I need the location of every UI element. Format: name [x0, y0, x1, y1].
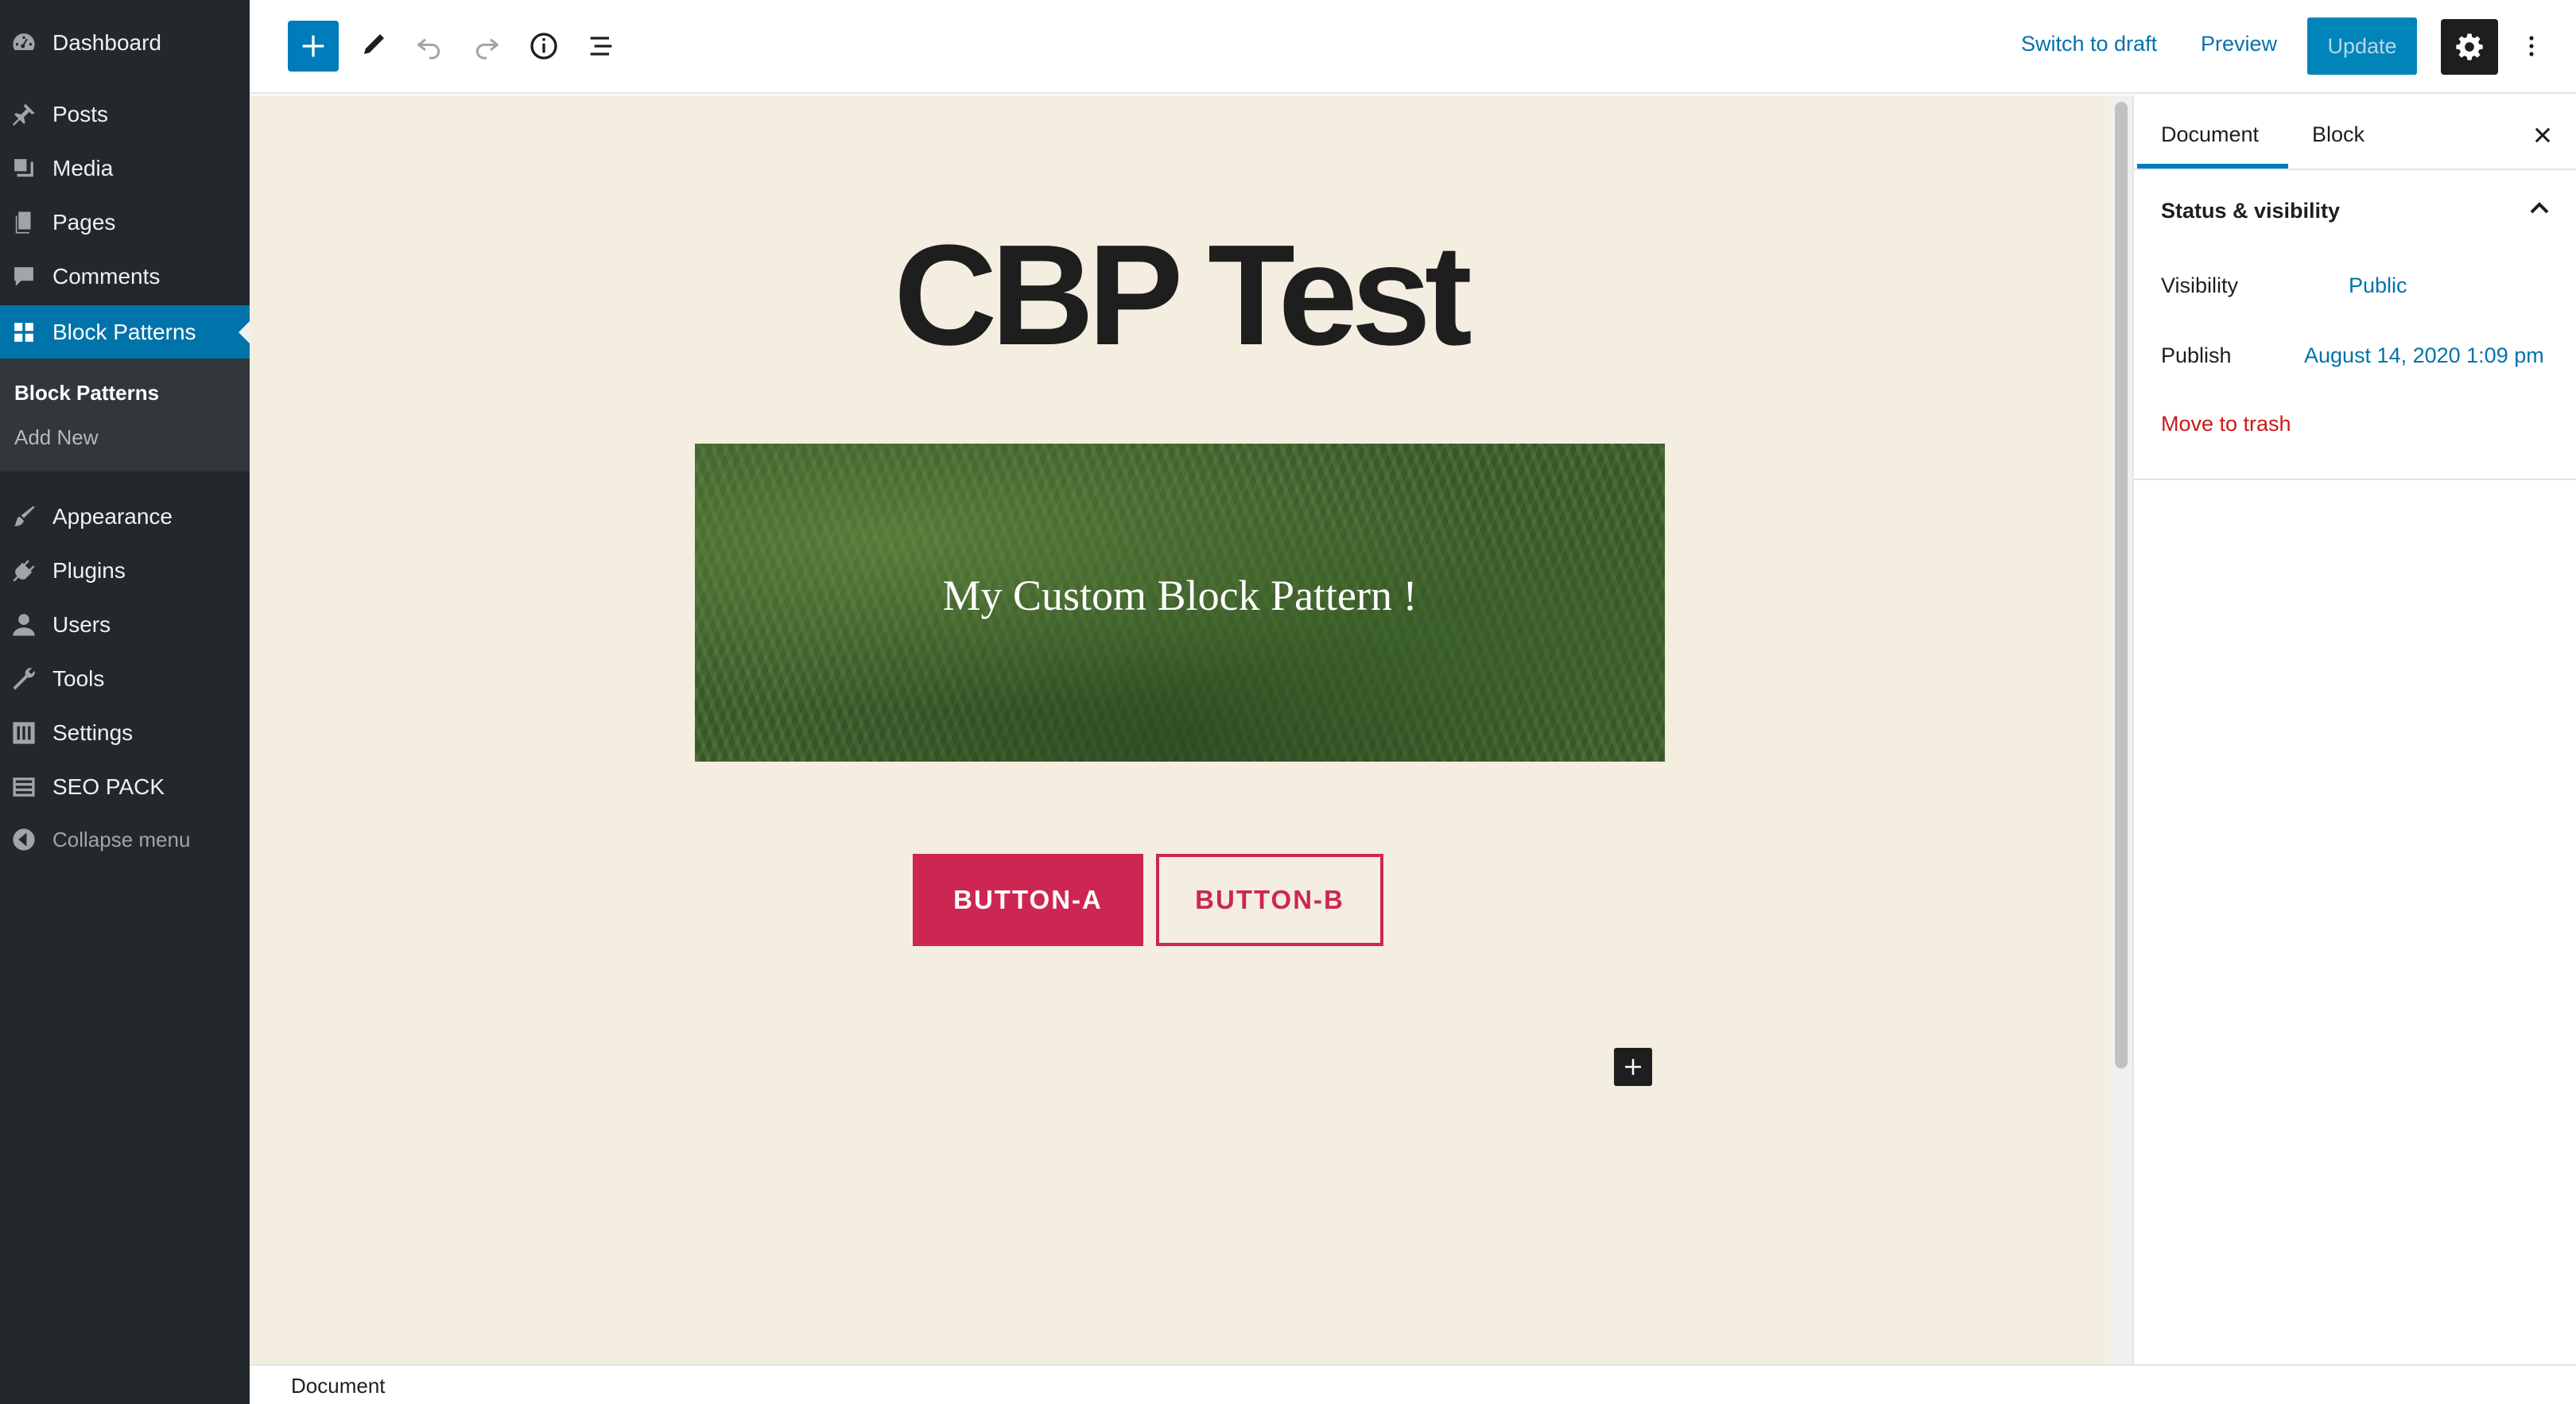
- menu-label: Pages: [52, 210, 116, 235]
- menu-item-dashboard[interactable]: Dashboard: [0, 16, 250, 70]
- menu-label: Block Patterns: [52, 320, 196, 344]
- wrench-icon: [10, 665, 38, 693]
- menu-label: SEO PACK: [52, 774, 165, 799]
- collapse-icon: [10, 825, 38, 854]
- menu-item-posts[interactable]: Posts: [0, 87, 250, 142]
- edit-icon: [364, 34, 384, 54]
- pages-icon: [10, 208, 38, 237]
- list-icon: [10, 773, 38, 801]
- redo-icon: [475, 38, 499, 60]
- visibility-label: Visibility: [2161, 273, 2239, 297]
- settings-sidebar: Document Block Status & visibility Visib…: [2132, 95, 2576, 1364]
- plug-icon: [10, 557, 38, 585]
- menu-label: Collapse menu: [52, 827, 191, 851]
- publish-date-toggle[interactable]: August 14, 2020 1:09 pm: [2304, 343, 2544, 368]
- block-inserter-button[interactable]: [1614, 1048, 1652, 1086]
- panel-divider: [2134, 479, 2576, 480]
- comment-icon: [10, 262, 38, 291]
- menu-label: Media: [52, 156, 114, 180]
- visibility-toggle[interactable]: Public: [2349, 273, 2407, 298]
- breadcrumb[interactable]: Document: [291, 1374, 386, 1398]
- collapse-menu-button[interactable]: Collapse menu: [0, 813, 250, 867]
- move-to-trash-button[interactable]: Move to trash: [2161, 412, 2291, 436]
- menu-label: Appearance: [52, 504, 173, 529]
- menu-item-seo-pack[interactable]: SEO PACK: [0, 760, 250, 814]
- menu-item-pages[interactable]: Pages: [0, 196, 250, 250]
- more-options-button[interactable]: [2516, 24, 2547, 68]
- button-b[interactable]: BUTTON-B: [1156, 854, 1383, 946]
- publish-label: Publish: [2161, 343, 2232, 367]
- cover-block[interactable]: My Custom Block Pattern !: [695, 444, 1665, 762]
- more-vertical-icon: [2529, 36, 2534, 56]
- undo-button[interactable]: [404, 21, 455, 72]
- add-block-button[interactable]: [288, 21, 339, 72]
- undo-icon: [417, 38, 440, 60]
- menu-item-users[interactable]: Users: [0, 598, 250, 652]
- menu-label: Plugins: [52, 558, 126, 583]
- plus-icon: [1625, 1059, 1641, 1075]
- menu-item-settings[interactable]: Settings: [0, 706, 250, 760]
- dashboard-icon: [10, 29, 38, 57]
- brush-icon: [10, 502, 38, 531]
- cover-text[interactable]: My Custom Block Pattern !: [695, 571, 1665, 620]
- submenu-item-add-new[interactable]: Add New: [14, 425, 99, 450]
- scrollbar-thumb[interactable]: [2115, 102, 2128, 1069]
- redo-button[interactable]: [461, 21, 512, 72]
- list-view-button[interactable]: [576, 21, 627, 72]
- menu-label: Dashboard: [52, 30, 161, 55]
- grid-icon: [10, 318, 38, 347]
- tab-document[interactable]: Document: [2161, 122, 2259, 147]
- add-block-icon: [302, 35, 324, 57]
- submenu-item-block-patterns[interactable]: Block Patterns: [14, 381, 159, 405]
- menu-item-comments[interactable]: Comments: [0, 250, 250, 304]
- settings-button[interactable]: [2441, 19, 2498, 75]
- media-icon: [10, 154, 38, 183]
- switch-to-draft-button[interactable]: Switch to draft: [2021, 32, 2157, 56]
- menu-label: Posts: [52, 102, 109, 126]
- tab-block[interactable]: Block: [2312, 122, 2365, 147]
- tabs-divider: [2134, 169, 2576, 170]
- button-a[interactable]: BUTTON-A: [913, 854, 1143, 946]
- menu-item-tools[interactable]: Tools: [0, 652, 250, 706]
- info-button[interactable]: [518, 21, 569, 72]
- footer-bar: Document: [250, 1364, 2576, 1404]
- menu-label: Tools: [52, 666, 105, 691]
- menu-item-plugins[interactable]: Plugins: [0, 544, 250, 598]
- gear-icon: [2456, 33, 2483, 60]
- post-title[interactable]: CBP Test: [250, 213, 2110, 378]
- panel-title-status-visibility[interactable]: Status & visibility: [2161, 199, 2340, 223]
- editor-canvas: CBP Test My Custom Block Pattern ! BUTTO…: [250, 95, 2110, 1364]
- menu-label: Users: [52, 612, 111, 637]
- tools-button[interactable]: [347, 21, 398, 72]
- user-icon: [10, 611, 38, 639]
- editor-toolbar: Switch to draft Preview Update: [250, 0, 2576, 94]
- pin-icon: [10, 100, 38, 129]
- admin-sidebar: Dashboard Posts Media Pages Comments Blo…: [0, 0, 250, 1404]
- update-button[interactable]: Update: [2307, 17, 2417, 75]
- menu-label: Comments: [52, 264, 161, 289]
- close-sidebar-button[interactable]: [2525, 118, 2560, 153]
- menu-item-block-patterns[interactable]: Block Patterns: [0, 305, 250, 359]
- submenu: Block Patterns Add New: [0, 359, 250, 471]
- sliders-icon: [10, 719, 38, 747]
- info-icon: [530, 33, 557, 60]
- menu-label: Settings: [52, 720, 134, 745]
- list-view-icon: [590, 37, 612, 56]
- menu-item-media[interactable]: Media: [0, 142, 250, 196]
- preview-button[interactable]: Preview: [2201, 32, 2277, 56]
- close-icon: [2535, 127, 2551, 143]
- menu-item-appearance[interactable]: Appearance: [0, 490, 250, 544]
- chevron-up-icon[interactable]: [2524, 192, 2555, 224]
